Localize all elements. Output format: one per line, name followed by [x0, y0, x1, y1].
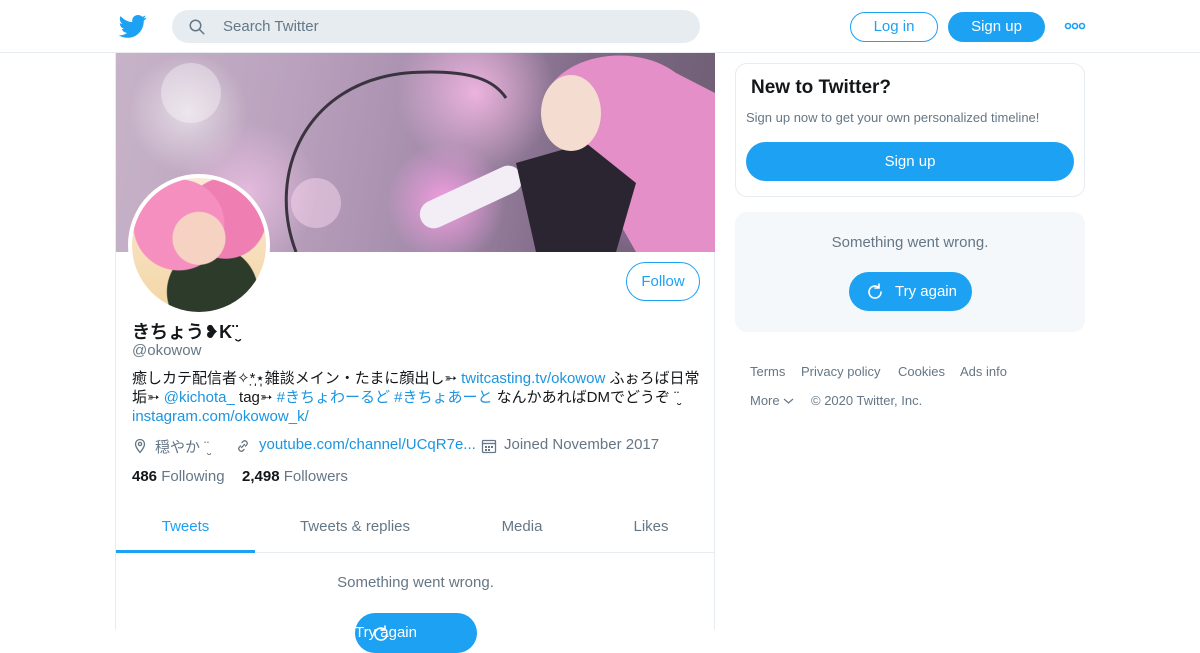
search-icon [189, 19, 205, 35]
following-label: Following [161, 468, 225, 485]
footer-ads-link[interactable]: Ads info [960, 364, 1007, 379]
timeline-error-text: Something went wrong. [337, 574, 494, 591]
follow-button[interactable]: Follow [626, 262, 700, 301]
retry-label: Try again [895, 283, 957, 300]
sidebar-error-card: Something went wrong. Try again [735, 212, 1085, 332]
followers-count: 2,498 [242, 468, 280, 485]
bio-text: tag➳ [234, 389, 277, 406]
profile-url-link[interactable]: youtube.com/channel/UCqR7e... [259, 436, 476, 453]
bio-hashtag-link[interactable]: #きちょわーるど [277, 389, 390, 406]
profile-handle: @okowow [132, 342, 202, 359]
following-count: 486 [132, 468, 158, 485]
bio-text: なんかあればDMでどうぞ ¨̮ [492, 389, 680, 406]
bio-mention-link[interactable]: @kichota_ [164, 389, 235, 406]
top-navigation-bar: Search Twitter Log in Sign up [0, 0, 1200, 53]
location-pin-icon [134, 438, 146, 454]
footer-privacy-link[interactable]: Privacy policy [801, 364, 880, 379]
bio-text: 癒しカテ配信者✧*̣̩⋆̩雑談メイン・たまに顔出し➳ [132, 370, 462, 387]
footer-more-label: More [750, 393, 780, 408]
followers-stat[interactable]: 2,498 Followers [242, 468, 348, 485]
profile-bio: 癒しカテ配信者✧*̣̩⋆̩雑談メイン・たまに顔出し➳ twitcasting.t… [132, 369, 702, 426]
tab-tweets-replies[interactable]: Tweets & replies [276, 505, 434, 553]
new-to-twitter-description: Sign up now to get your own personalized… [746, 110, 1040, 125]
bio-link-twitcasting[interactable]: twitcasting.tv/okowow [461, 370, 605, 387]
footer-more-menu[interactable]: More [750, 393, 794, 408]
followers-label: Followers [283, 468, 348, 485]
refresh-icon [868, 283, 882, 299]
search-input[interactable]: Search Twitter [172, 10, 700, 43]
bio-hashtag-link[interactable]: #きちょあーと [394, 389, 492, 406]
twitter-bird-icon[interactable] [118, 12, 148, 40]
link-icon [238, 440, 248, 452]
following-stat[interactable]: 486 Following [132, 468, 225, 485]
tab-likes[interactable]: Likes [606, 505, 696, 553]
bio-link-instagram[interactable]: instagram.com/okowow_k/ [132, 408, 309, 425]
refresh-icon [374, 625, 388, 641]
sidebar-error-text: Something went wrong. [831, 234, 989, 251]
footer-terms-link[interactable]: Terms [750, 364, 785, 379]
profile-name: きちょう❥K¨̮ [132, 322, 239, 342]
login-button[interactable]: Log in [850, 12, 938, 42]
profile-avatar[interactable] [128, 174, 270, 316]
chevron-down-icon [783, 398, 794, 404]
tab-tweets[interactable]: Tweets [116, 505, 255, 553]
new-to-twitter-card: New to Twitter? Sign up now to get your … [735, 63, 1085, 197]
footer-cookies-link[interactable]: Cookies [898, 364, 945, 379]
profile-column: Follow きちょう❥K¨̮ @okowow 癒しカテ配信者✧*̣̩⋆̩雑談メ… [115, 53, 715, 653]
sidebar-signup-button[interactable]: Sign up [746, 142, 1074, 181]
sidebar-retry-button[interactable]: Try again [849, 272, 972, 311]
more-dots-icon[interactable] [1064, 19, 1086, 33]
new-to-twitter-title: New to Twitter? [751, 77, 892, 98]
profile-tabs: Tweets Tweets & replies Media Likes [116, 505, 715, 553]
joined-text: Joined November 2017 [504, 436, 660, 453]
calendar-icon [481, 439, 497, 454]
tab-media[interactable]: Media [476, 505, 568, 553]
footer-copyright: © 2020 Twitter, Inc. [811, 393, 923, 408]
location-text: 穏やか ¨̮ [155, 439, 210, 456]
signup-button[interactable]: Sign up [948, 12, 1045, 42]
timeline-retry-button[interactable]: Try again [355, 613, 477, 653]
search-placeholder: Search Twitter [223, 18, 319, 35]
